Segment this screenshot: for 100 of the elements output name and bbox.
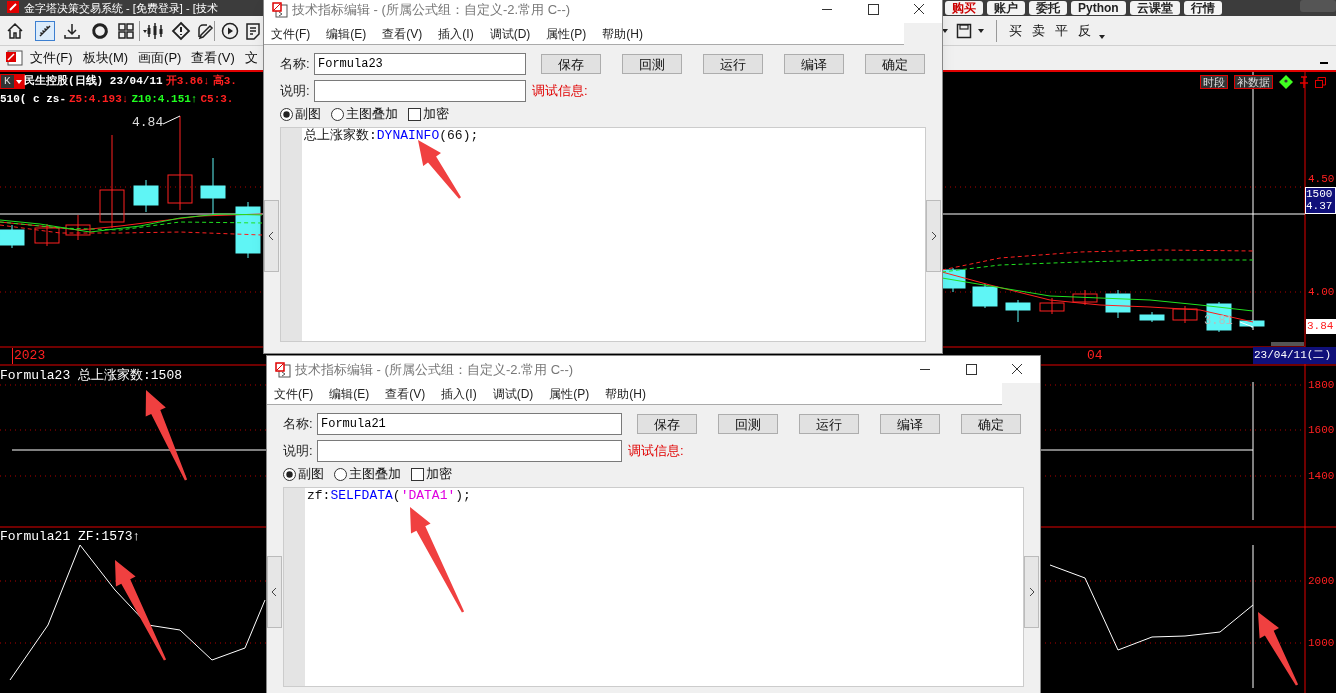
menu-item[interactable]: 文件(F): [274, 384, 314, 403]
menu-item[interactable]: 编辑(E): [329, 384, 370, 403]
pin-icon[interactable]: [1299, 76, 1309, 88]
home-icon[interactable]: [5, 21, 25, 41]
chart-tool-button[interactable]: 时段: [1200, 75, 1228, 89]
candlestick: [200, 157, 226, 216]
menu-item[interactable]: 查看(V): [385, 384, 426, 403]
menu-item[interactable]: 文: [244, 48, 258, 68]
option-label[interactable]: 主图叠加: [331, 104, 398, 124]
radio-button[interactable]: [283, 467, 296, 481]
candlestick: [1139, 311, 1165, 323]
play-circle-icon[interactable]: [220, 21, 240, 41]
dialog-button[interactable]: 编译: [784, 54, 844, 74]
dialog-button[interactable]: 回测: [718, 414, 778, 434]
diamond-alert-icon[interactable]: [171, 21, 191, 41]
option-label[interactable]: 副图: [283, 464, 324, 484]
dialog-button[interactable]: 确定: [961, 414, 1021, 434]
menu-item[interactable]: 插入(I): [438, 24, 474, 43]
save-icon[interactable]: [956, 23, 972, 39]
window-title: 技术指标编辑 - (所属公式组：自定义-2.常用 C--): [292, 0, 571, 19]
candlestick: [1239, 319, 1265, 329]
menu-item[interactable]: 调试(D): [492, 384, 534, 403]
diamond-icon[interactable]: [1279, 75, 1293, 89]
menu-item[interactable]: 调试(D): [489, 24, 531, 43]
menu-item[interactable]: 属性(P): [549, 384, 590, 403]
menu-item[interactable]: 画面(P): [138, 48, 182, 68]
radio-button[interactable]: [331, 107, 344, 121]
menu-item[interactable]: 编辑(E): [326, 24, 367, 43]
field-label: 名称:: [283, 415, 314, 434]
dialog-button[interactable]: 回测: [622, 54, 682, 74]
axis-label: 1600: [1308, 423, 1335, 437]
app-menu-icon[interactable]: [5, 50, 23, 66]
dialog-button[interactable]: 保存: [541, 54, 601, 74]
scrollbar-thumb: [1271, 342, 1304, 346]
toolbar-button[interactable]: 账户: [987, 1, 1025, 15]
candlestick: [972, 283, 998, 309]
candlestick: [1005, 299, 1031, 323]
axis-label: 1500: [1306, 188, 1334, 200]
menu-item[interactable]: 文件(F): [271, 24, 311, 43]
menu-item[interactable]: 帮助(H): [602, 24, 643, 43]
document-icon[interactable]: [243, 21, 263, 41]
leader-line: [162, 115, 181, 125]
axis-label: 4.00: [1308, 285, 1335, 299]
candlestick: [1105, 289, 1131, 319]
menu-item[interactable]: 属性(P): [546, 24, 587, 43]
menu-item[interactable]: 文件(F): [30, 48, 73, 68]
candlestick-icon[interactable]: [145, 21, 165, 41]
debug-info-label: 调试信息:: [532, 82, 588, 101]
window-title: 金字塔决策交易系统 - [免费登录] - [技术: [24, 1, 218, 15]
candlestick: [0, 224, 25, 249]
chart-tool-button[interactable]: 补数据: [1234, 75, 1273, 89]
checkbox[interactable]: [408, 107, 421, 121]
toolbar-button[interactable]: 行情: [1183, 1, 1222, 15]
toolbar-button[interactable]: Python: [1071, 1, 1126, 15]
dialog-button[interactable]: 编译: [880, 414, 940, 434]
menu-item[interactable]: 帮助(H): [605, 384, 646, 403]
radio-button[interactable]: [280, 107, 293, 121]
menu-item[interactable]: 插入(I): [441, 384, 477, 403]
grid-icon[interactable]: [116, 21, 136, 41]
option-label[interactable]: 加密: [411, 464, 452, 484]
description-field[interactable]: [317, 440, 622, 462]
dialog-button[interactable]: 运行: [799, 414, 859, 434]
toolbar-button[interactable]: 购买: [945, 1, 983, 15]
toolbar-button[interactable]: 委托: [1029, 1, 1067, 15]
download-icon[interactable]: [62, 21, 82, 41]
trade-button[interactable]: 卖: [1030, 21, 1047, 41]
name-field[interactable]: Formula23: [314, 53, 526, 75]
option-label[interactable]: 副图: [280, 104, 321, 124]
caret-icon[interactable]: [1099, 34, 1107, 40]
axis-label: 04: [1087, 348, 1103, 364]
radio-button[interactable]: [334, 467, 347, 481]
dialog-button[interactable]: 保存: [637, 414, 697, 434]
caret-icon[interactable]: [978, 28, 986, 34]
window-title: 技术指标编辑 - (所属公式组：自定义-2.常用 C--): [295, 360, 574, 379]
trade-button[interactable]: 平: [1053, 21, 1070, 41]
menu-item[interactable]: 查看(V): [191, 48, 235, 68]
menu-item[interactable]: 查看(V): [382, 24, 423, 43]
restore-window-icon[interactable]: [1315, 76, 1326, 88]
checkbox[interactable]: [411, 467, 424, 481]
toolbar-button[interactable]: 云课堂: [1129, 1, 1180, 15]
name-field[interactable]: Formula21: [317, 413, 622, 435]
axis-label: 1000: [1308, 636, 1335, 650]
caret-icon[interactable]: [942, 28, 950, 34]
axis-label: 1800: [1308, 378, 1335, 392]
edit-icon[interactable]: [195, 21, 215, 41]
dialog-button[interactable]: 确定: [865, 54, 925, 74]
date-label: 23/04/11(二): [1253, 347, 1336, 364]
description-field[interactable]: [314, 80, 526, 102]
menu-item[interactable]: 板块(M): [82, 48, 129, 68]
code-editor[interactable]: zf:SELFDATA('DATA1');: [283, 487, 1024, 687]
ruler-icon[interactable]: [35, 21, 55, 41]
option-label[interactable]: 主图叠加: [334, 464, 401, 484]
trade-button[interactable]: 反: [1076, 21, 1093, 41]
trade-button[interactable]: 买: [1007, 21, 1024, 41]
leader-line: [1239, 321, 1254, 328]
price-label: 4.84: [132, 114, 164, 132]
dialog-button[interactable]: 运行: [703, 54, 763, 74]
option-label[interactable]: 加密: [408, 104, 449, 124]
legend-text: C5:3.: [200, 92, 234, 107]
code-editor[interactable]: 总上涨家数:DYNAINFO(66);: [280, 127, 926, 342]
